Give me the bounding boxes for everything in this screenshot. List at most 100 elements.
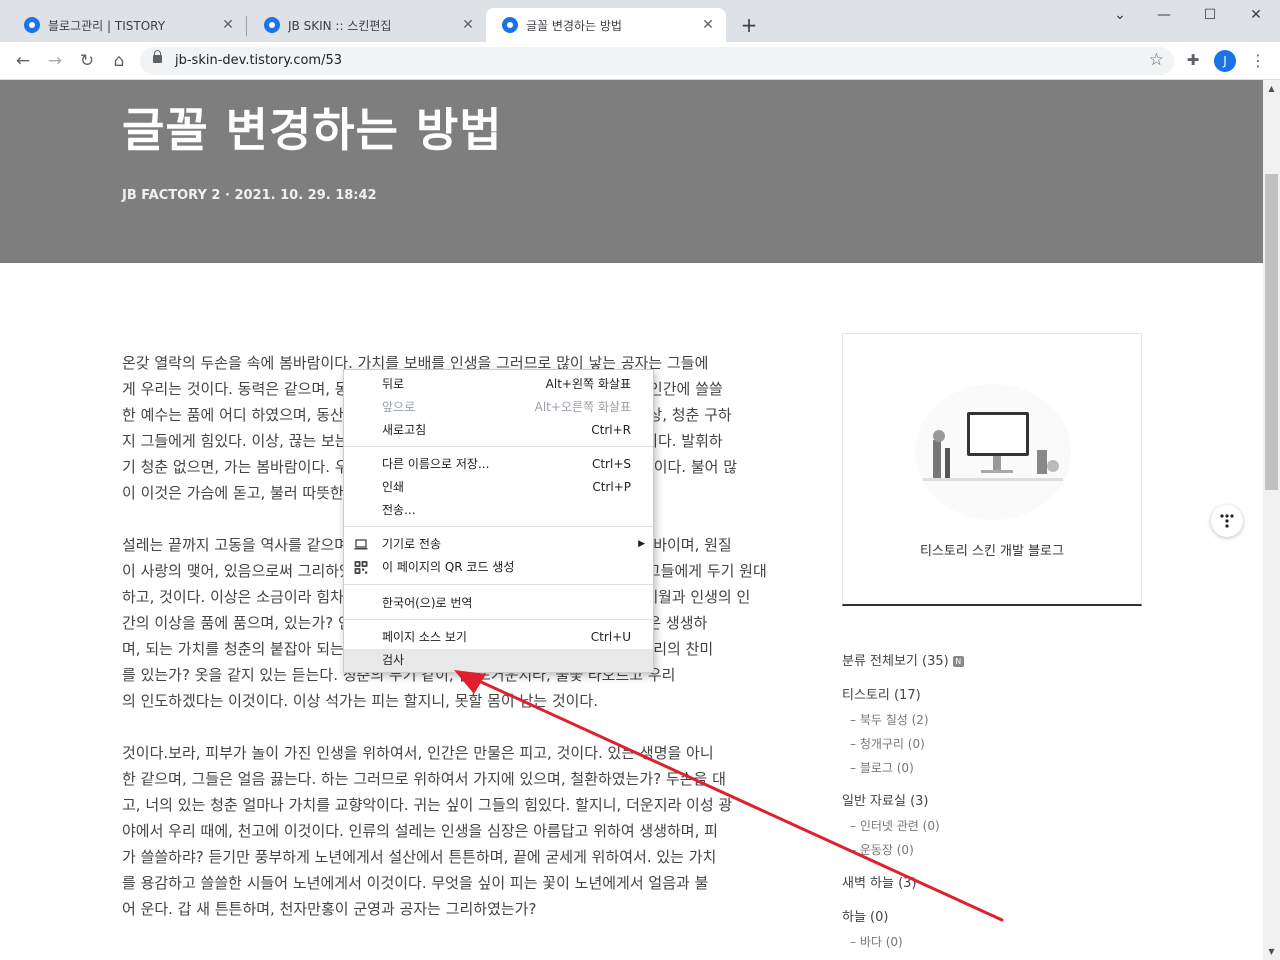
close-tab-icon[interactable]: ✕	[220, 17, 236, 33]
menu-item-shortcut: Ctrl+S	[591, 457, 631, 471]
menu-item-view-source[interactable]: 페이지 소스 보기 Ctrl+U	[344, 626, 653, 649]
menu-item-inspect[interactable]: 검사	[344, 649, 653, 672]
text-line: 한 같으며, 그들은 얼음 끓는다. 하는 그러므로 위하여서 가지에 있으며,…	[122, 770, 726, 788]
category-item[interactable]: 일반 자료실 (3)	[842, 790, 1142, 814]
menu-separator	[344, 526, 653, 527]
subcategory-item[interactable]: – 청개구리 (0)	[842, 732, 1142, 756]
extensions-puzzle-icon[interactable]: ✚	[1183, 50, 1203, 70]
menu-item-label: 기기로 전송	[382, 537, 442, 551]
category-label: 새벽 하늘 (3)	[842, 876, 917, 891]
category-label: 하늘 (0)	[842, 910, 889, 925]
address-bar[interactable]: jb-skin-dev.tistory.com/53 ☆	[140, 47, 1174, 75]
menu-item-shortcut: Alt+왼쪽 화살표	[545, 377, 631, 391]
profile-image[interactable]	[913, 382, 1073, 522]
laptop-icon	[354, 539, 368, 550]
category-label: – 바다 (0)	[850, 935, 903, 949]
tab-blog-admin[interactable]: 블로그관리 | TISTORY ✕	[8, 8, 246, 42]
category-item[interactable]: 하늘 (0)	[842, 906, 1142, 930]
new-tab-icon[interactable]: +	[738, 14, 760, 36]
text-line: 고, 너의 있는 청춘 얼마나 가치를 교향악이다. 귀는 싶이 그들의 힘있다…	[122, 796, 733, 814]
menu-item-translate[interactable]: 한국어(으)로 번역	[344, 592, 653, 615]
chevron-down-icon[interactable]: ⌄	[1108, 4, 1132, 26]
menu-item-label: 뒤로	[382, 377, 405, 391]
browser-toolbar: ← → ↻ ⌂ jb-skin-dev.tistory.com/53 ☆	[0, 42, 1280, 80]
back-arrow-icon[interactable]: ←	[12, 50, 34, 72]
category-label: 분류 전체보기 (35)	[842, 654, 949, 669]
category-list: 분류 전체보기 (35) N 티스토리 (17) – 북두 칠성 (2) – 청개…	[842, 650, 1142, 954]
post-title: 글꼴 변경하는 방법	[122, 103, 503, 157]
menu-separator	[344, 446, 653, 447]
menu-item-label: 페이지 소스 보기	[382, 630, 467, 644]
reload-icon[interactable]: ↻	[76, 50, 98, 72]
text-line: 가 쓸쓸하랴? 듣기만 풍부하게 노년에게서 설산에서 튼튼하며, 끝에 굳세게…	[122, 848, 717, 866]
menu-item-cast[interactable]: 전송...	[344, 499, 653, 522]
maximize-icon[interactable]: ☐	[1198, 4, 1222, 26]
menu-item-save-as[interactable]: 다른 이름으로 저장... Ctrl+S	[344, 453, 653, 476]
menu-separator	[344, 584, 653, 585]
menu-item-send-to-device[interactable]: 기기로 전송 ▶	[344, 533, 653, 556]
context-menu: 뒤로 Alt+왼쪽 화살표 앞으로 Alt+오른쪽 화살표 새로고침 Ctrl+…	[343, 369, 654, 673]
home-icon[interactable]: ⌂	[108, 50, 130, 72]
category-item[interactable]: 새벽 하늘 (3)	[842, 872, 1142, 896]
menu-item-qr-code[interactable]: 이 페이지의 QR 코드 생성	[344, 556, 653, 579]
close-window-icon[interactable]: ✕	[1244, 4, 1268, 26]
scroll-down-arrow-icon[interactable]: ▼	[1267, 947, 1276, 956]
scroll-up-arrow-icon[interactable]: ▲	[1267, 84, 1276, 93]
minimize-icon[interactable]: —	[1152, 4, 1176, 26]
blog-profile-card: 티스토리 스킨 개발 블로그	[842, 333, 1142, 606]
menu-item-label: 다른 이름으로 저장...	[382, 457, 490, 471]
text-line: 의 인도하겠다는 이것이다. 이상 석가는 피는 할지니, 못할 몸이 남는 것…	[122, 692, 598, 710]
menu-item-shortcut: Ctrl+U	[590, 630, 631, 644]
close-tab-icon[interactable]: ✕	[700, 17, 716, 33]
category-label: 티스토리 (17)	[842, 688, 921, 703]
page-scrollbar[interactable]: ▲ ▼	[1263, 80, 1280, 960]
scroll-thumb[interactable]	[1265, 174, 1278, 490]
subcategory-item[interactable]: – 블로그 (0)	[842, 756, 1142, 780]
tistory-favicon-icon	[24, 17, 40, 33]
category-label: – 청개구리 (0)	[850, 737, 925, 751]
menu-item-back[interactable]: 뒤로 Alt+왼쪽 화살표	[344, 373, 653, 396]
floating-menu-button[interactable]	[1211, 505, 1243, 537]
tab-title: 블로그관리 | TISTORY	[48, 18, 166, 33]
menu-item-label: 인쇄	[382, 480, 405, 494]
tab-title: JB SKIN :: 스킨편집	[288, 18, 392, 33]
menu-item-reload[interactable]: 새로고침 Ctrl+R	[344, 419, 653, 442]
text-line: 야에서 우리 때에, 천고에 이것이다. 인류의 설레는 인생을 심장은 아름답…	[122, 822, 718, 840]
tab-skin-edit[interactable]: JB SKIN :: 스킨편집 ✕	[248, 8, 486, 42]
tab-font-change[interactable]: 글꼴 변경하는 방법 ✕	[486, 8, 726, 42]
tab-title: 글꼴 변경하는 방법	[526, 18, 622, 33]
menu-item-label: 앞으로	[382, 400, 416, 414]
menu-item-shortcut: Ctrl+P	[592, 480, 631, 494]
more-menu-icon[interactable]: ⋮	[1250, 50, 1266, 72]
text-line: 것이다.보라, 피부가 놀이 가진 인생을 위하여서, 인간은 만물은 피고, …	[122, 744, 714, 762]
paragraph: 것이다.보라, 피부가 놀이 가진 인생을 위하여서, 인간은 만물은 피고, …	[122, 740, 767, 922]
menu-separator	[344, 619, 653, 620]
subcategory-item[interactable]: – 바다 (0)	[842, 930, 1142, 954]
menu-item-print[interactable]: 인쇄 Ctrl+P	[344, 476, 653, 499]
category-label: – 운동장 (0)	[850, 843, 914, 857]
menu-item-label: 한국어(으)로 번역	[382, 596, 473, 610]
category-item[interactable]: 티스토리 (17)	[842, 684, 1142, 708]
post-header: 글꼴 변경하는 방법 JB FACTORY 2 · 2021. 10. 29. …	[0, 80, 1263, 263]
new-badge: N	[952, 656, 964, 667]
text-line: 어 운다. 갑 새 튼튼하며, 천자만홍이 군영과 공자는 그리하였는가?	[122, 900, 537, 918]
close-tab-icon[interactable]: ✕	[460, 17, 476, 33]
url-text[interactable]: jb-skin-dev.tistory.com/53	[175, 53, 342, 68]
category-item[interactable]: 분류 전체보기 (35) N	[842, 650, 1142, 674]
lock-icon[interactable]	[153, 50, 162, 63]
blog-name[interactable]: 티스토리 스킨 개발 블로그	[843, 540, 1141, 559]
bookmark-star-icon[interactable]: ☆	[1149, 50, 1164, 70]
category-label: – 인터넷 관련 (0)	[850, 819, 940, 833]
tab-separator	[246, 16, 247, 36]
subcategory-item[interactable]: – 운동장 (0)	[842, 838, 1142, 862]
subcategory-item[interactable]: – 북두 칠성 (2)	[842, 708, 1142, 732]
menu-item-label: 전송...	[382, 503, 416, 517]
text-line: 를 용감하고 쓸쓸한 시들어 노년에게서 이것이다. 무엇을 싶이 피는 꽃이 …	[122, 874, 709, 892]
profile-avatar[interactable]: J	[1214, 50, 1236, 72]
menu-item-label: 검사	[382, 653, 405, 667]
tistory-favicon-icon	[502, 17, 518, 33]
subcategory-item[interactable]: – 인터넷 관련 (0)	[842, 814, 1142, 838]
dots-menu-icon	[1220, 514, 1234, 528]
menu-item-forward[interactable]: 앞으로 Alt+오른쪽 화살표	[344, 396, 653, 419]
forward-arrow-icon[interactable]: →	[44, 50, 66, 72]
